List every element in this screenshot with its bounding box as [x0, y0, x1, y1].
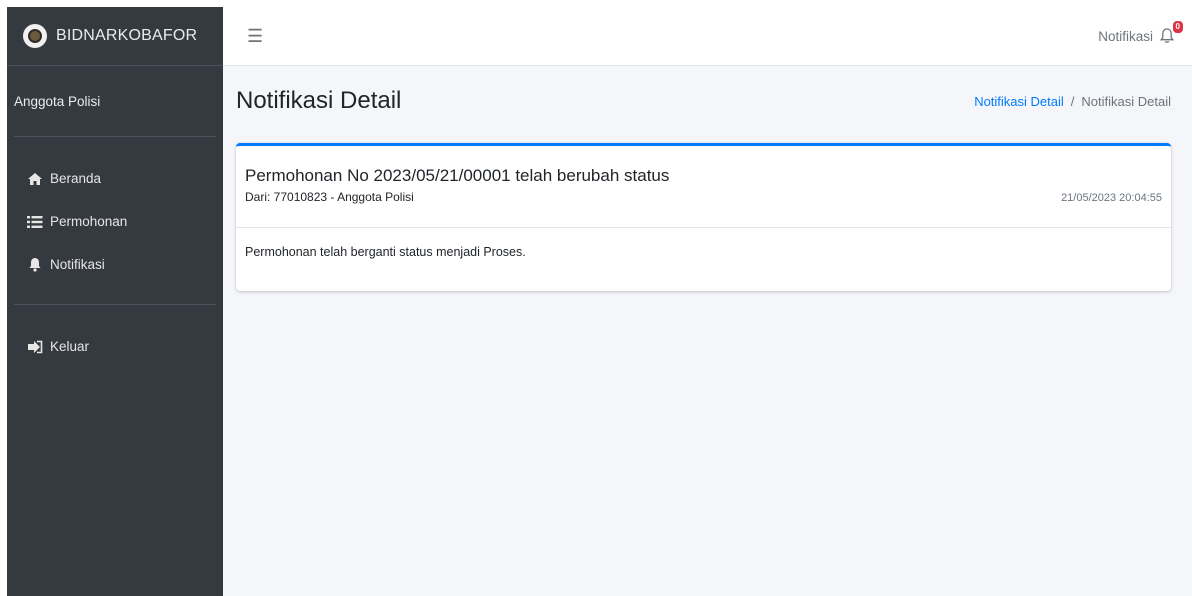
sidebar-item-permohonan[interactable]: Permohonan [7, 200, 223, 243]
notification-dropdown[interactable]: Notifikasi 0 [1098, 21, 1183, 45]
list-icon [26, 213, 44, 231]
card-header: Permohonan No 2023/05/21/00001 telah ber… [236, 146, 1171, 228]
sidebar-item-label: Notifikasi [50, 257, 105, 272]
sidebar-nav: Beranda Permohonan Notifikasi Keluar [7, 137, 223, 368]
sign-out-icon [26, 338, 44, 356]
brand-name: BIDNARKOBAFOR [56, 27, 198, 44]
notification-timestamp: 21/05/2023 20:04:55 [1061, 192, 1162, 204]
bell-icon [26, 256, 44, 274]
sidebar-item-notifikasi[interactable]: Notifikasi [7, 243, 223, 286]
hamburger-menu-icon[interactable]: ☰ [247, 26, 263, 47]
sidebar: BIDNARKOBAFOR Anggota Polisi Beranda Per… [7, 7, 223, 596]
sidebar-item-keluar[interactable]: Keluar [7, 325, 223, 368]
page-title: Notifikasi Detail [236, 87, 402, 114]
user-name[interactable]: Anggota Polisi [14, 94, 100, 109]
notification-bell-icon[interactable]: 0 [1159, 21, 1183, 45]
sidebar-divider [14, 304, 216, 305]
home-icon [26, 170, 44, 188]
breadcrumb-current: Notifikasi Detail [1081, 93, 1171, 109]
user-panel: Anggota Polisi [14, 66, 216, 137]
notification-message: Permohonan telah berganti status menjadi… [245, 245, 526, 259]
content-header: Notifikasi Detail Notifikasi Detail / No… [223, 66, 1192, 136]
notification-sender: Dari: 77010823 - Anggota Polisi [245, 190, 414, 204]
sidebar-item-label: Keluar [50, 339, 90, 354]
notification-title: Permohonan No 2023/05/21/00001 telah ber… [245, 166, 670, 185]
breadcrumb-link[interactable]: Notifikasi Detail [974, 94, 1064, 109]
content-wrapper: Notifikasi Detail Notifikasi Detail / No… [223, 66, 1192, 596]
sidebar-item-beranda[interactable]: Beranda [7, 157, 223, 200]
breadcrumb-separator: / [1070, 93, 1075, 109]
notification-label: Notifikasi [1098, 28, 1153, 44]
brand-logo [23, 24, 47, 48]
notification-card: Permohonan No 2023/05/21/00001 telah ber… [236, 143, 1171, 291]
sidebar-item-label: Beranda [50, 171, 102, 186]
sidebar-item-label: Permohonan [50, 214, 128, 229]
brand-link[interactable]: BIDNARKOBAFOR [7, 7, 223, 66]
notification-count-badge: 0 [1172, 21, 1183, 33]
top-navbar: ☰ Notifikasi 0 [223, 7, 1192, 66]
breadcrumb: Notifikasi Detail / Notifikasi Detail [974, 94, 1171, 109]
